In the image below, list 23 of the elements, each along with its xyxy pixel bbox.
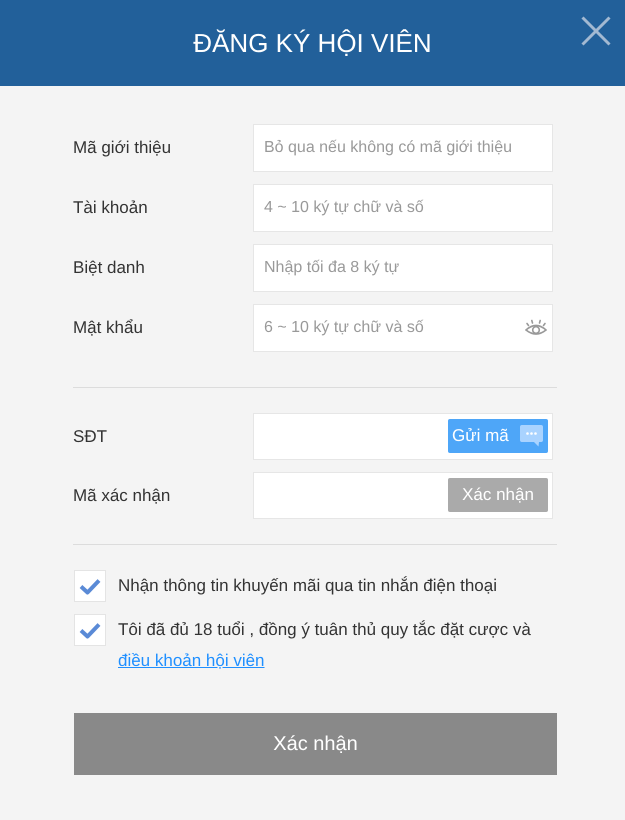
- field-label: Tài khoản: [73, 197, 149, 219]
- check-icon: [79, 578, 101, 594]
- agreement-text: Nhận thông tin khuyến mãi qua tin nhắn điện thoại: [118, 575, 498, 597]
- send-code-button[interactable]: Gửi mã: [448, 419, 548, 453]
- text-input[interactable]: Bỏ qua nếu không có mã giới thiệu: [253, 124, 553, 172]
- dialog-title: ĐĂNG KÝ HỘI VIÊN: [193, 27, 432, 59]
- password-input[interactable]: 6 ~ 10 ký tự chữ và số: [253, 304, 553, 352]
- close-icon: [581, 16, 611, 46]
- close-button[interactable]: [581, 16, 611, 46]
- text-input[interactable]: Nhập tối đa 8 ký tự: [253, 244, 553, 292]
- check-icon: [79, 622, 101, 638]
- eye-icon[interactable]: [525, 318, 547, 337]
- field-label: Mã giới thiệu: [73, 137, 172, 159]
- checkbox[interactable]: [74, 570, 106, 602]
- field-label: Mã xác nhận: [73, 484, 172, 506]
- field-label: SĐT: [73, 426, 108, 448]
- agreement-text: Tôi đã đủ 18 tuổi , đồng ý tuân thủ quy tắc đặt cược và điều khoản hội viên: [118, 619, 532, 672]
- checkbox[interactable]: [74, 614, 106, 646]
- field-label: Biệt danh: [73, 257, 146, 279]
- text-input[interactable]: 4 ~ 10 ký tự chữ và số: [253, 184, 553, 232]
- field-label: Mật khẩu: [73, 317, 144, 339]
- terms-link[interactable]: điều khoản hội viên: [118, 651, 265, 670]
- chat-bubble-icon: [520, 425, 543, 447]
